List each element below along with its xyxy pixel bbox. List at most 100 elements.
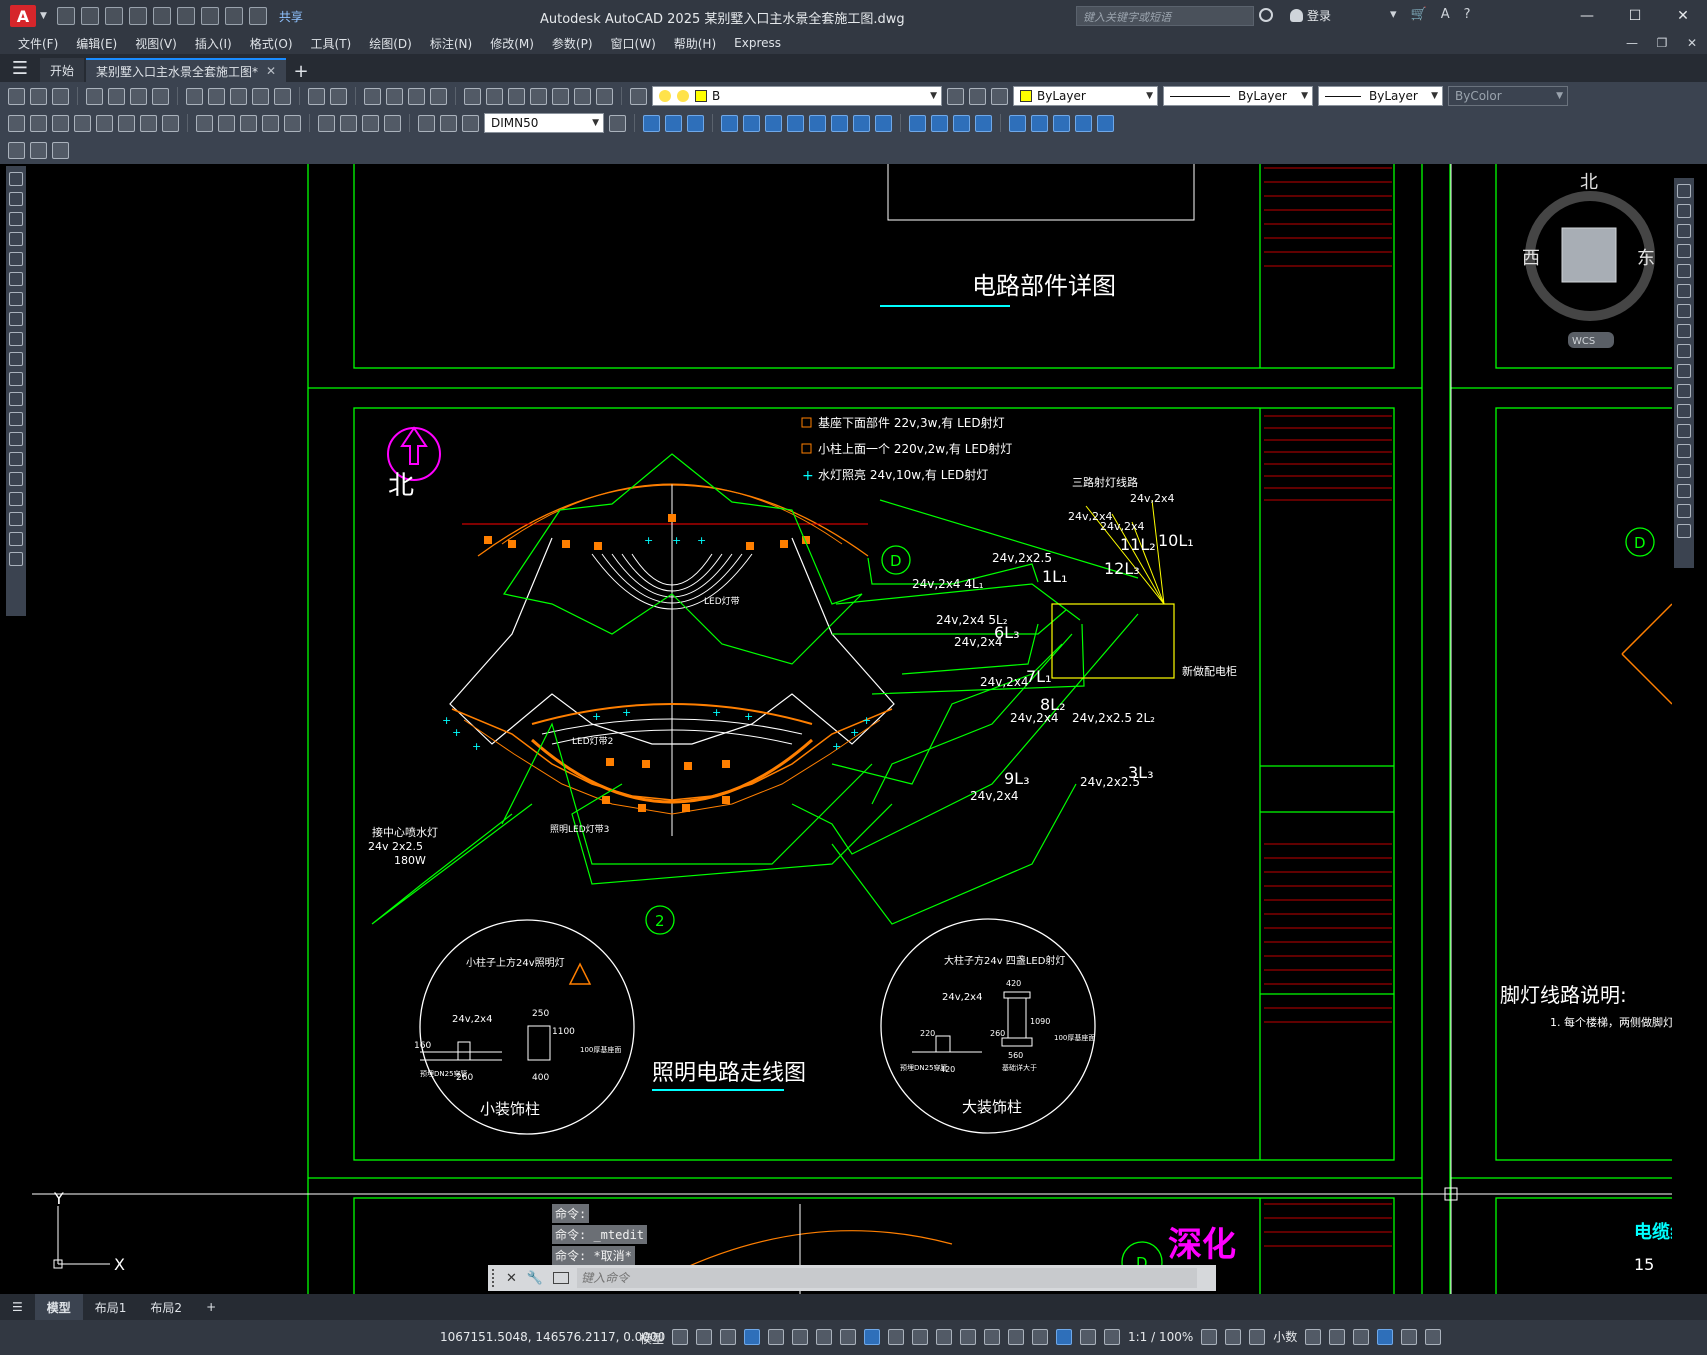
angular-icon[interactable] xyxy=(162,114,179,132)
selection-filter-icon[interactable] xyxy=(1008,1328,1024,1345)
slice-icon[interactable] xyxy=(909,114,926,132)
grid-icon[interactable] xyxy=(672,1328,688,1345)
paste-icon[interactable] xyxy=(230,87,247,105)
scale-icon[interactable] xyxy=(1677,324,1691,338)
dimstyle-manager-icon[interactable] xyxy=(609,114,626,132)
viewcube-face[interactable] xyxy=(1561,227,1617,283)
zoom-previous-icon[interactable] xyxy=(430,87,447,105)
intersect-icon[interactable] xyxy=(875,114,892,132)
pan-icon[interactable] xyxy=(364,87,381,105)
menu-edit[interactable]: 编辑(E) xyxy=(76,35,117,52)
explode-icon[interactable] xyxy=(1677,524,1691,538)
customization-icon[interactable] xyxy=(1425,1328,1442,1345)
express-edit-icon[interactable] xyxy=(8,141,25,159)
properties-icon[interactable] xyxy=(464,87,481,105)
sheet-set-icon[interactable] xyxy=(530,87,547,105)
command-grip-icon[interactable] xyxy=(492,1269,500,1287)
open-web-icon[interactable] xyxy=(152,7,171,25)
solid-cone-icon[interactable] xyxy=(687,114,704,132)
lineweight-icon[interactable] xyxy=(888,1328,904,1345)
erase-icon[interactable] xyxy=(1677,184,1691,198)
annotation-monitor-icon[interactable] xyxy=(1225,1328,1242,1345)
command-input[interactable] xyxy=(577,1268,1198,1288)
mtext-icon[interactable] xyxy=(9,532,23,546)
dim-edit-icon[interactable] xyxy=(418,114,435,132)
drawing-svg[interactable]: 电路部件详图 北 基座下面部件 22v,3w,有 LED射灯 小柱上面一个 22… xyxy=(32,164,1672,1294)
isodraft-icon[interactable] xyxy=(816,1328,832,1345)
linetype-dropdown[interactable]: ByLayer ▼ xyxy=(1163,86,1313,106)
graphics-performance-icon[interactable] xyxy=(1377,1328,1394,1345)
circle-icon[interactable] xyxy=(9,292,23,306)
annotation-visibility-icon[interactable] xyxy=(1056,1328,1072,1345)
move-3d-icon[interactable] xyxy=(1009,114,1026,132)
add-selected-icon[interactable] xyxy=(9,552,23,566)
sweep-icon[interactable] xyxy=(765,114,782,132)
close-button[interactable]: ✕ xyxy=(1659,0,1707,32)
drawing-canvas[interactable]: 电路部件详图 北 基座下面部件 22v,3w,有 LED射灯 小柱上面一个 22… xyxy=(32,164,1672,1294)
share-button[interactable]: 共享 xyxy=(279,8,303,25)
plotstyle-dropdown[interactable]: ByColor ▼ xyxy=(1448,86,1568,106)
center-mark-icon[interactable] xyxy=(340,114,357,132)
menu-draw[interactable]: 绘图(D) xyxy=(369,35,412,52)
tab-layout1[interactable]: 布局1 xyxy=(83,1294,139,1320)
zoom-realtime-icon[interactable] xyxy=(386,87,403,105)
break-icon[interactable] xyxy=(1677,424,1691,438)
menu-modify[interactable]: 修改(M) xyxy=(490,35,534,52)
cart-icon[interactable]: 🛒 xyxy=(1411,7,1427,22)
insert-block-icon[interactable] xyxy=(9,392,23,406)
plot-icon[interactable] xyxy=(200,7,219,25)
undo-tool-icon[interactable] xyxy=(308,87,325,105)
extrude-icon[interactable] xyxy=(721,114,738,132)
menu-express[interactable]: Express xyxy=(734,36,781,50)
tab-menu-icon[interactable]: ☰ xyxy=(0,54,40,82)
object-snap-tracking-icon[interactable] xyxy=(840,1328,856,1345)
make-current-icon[interactable] xyxy=(947,87,964,105)
doc-close-button[interactable]: ✕ xyxy=(1677,32,1707,54)
dim-text-edit-icon[interactable] xyxy=(440,114,457,132)
blend-icon[interactable] xyxy=(1677,504,1691,518)
copy-object-icon[interactable] xyxy=(1677,204,1691,218)
login-button[interactable]: 登录 xyxy=(1290,7,1331,24)
construction-line-icon[interactable] xyxy=(9,192,23,206)
tab-layout2[interactable]: 布局2 xyxy=(138,1294,194,1320)
redo-icon[interactable] xyxy=(248,7,267,25)
dynamic-ucs-icon[interactable] xyxy=(984,1328,1000,1345)
interfere-icon[interactable] xyxy=(953,114,970,132)
menu-dimension[interactable]: 标注(N) xyxy=(430,35,472,52)
point-icon[interactable] xyxy=(9,432,23,446)
command-close-icon[interactable]: ✕ xyxy=(506,1271,517,1286)
polyline-icon[interactable] xyxy=(9,212,23,226)
aligned-dim-icon[interactable] xyxy=(30,114,47,132)
search-icon[interactable] xyxy=(1259,8,1273,22)
cut-icon[interactable] xyxy=(186,87,203,105)
clean-screen-icon[interactable] xyxy=(1401,1328,1418,1345)
layout-menu-icon[interactable]: ☰ xyxy=(0,1294,35,1320)
pdf-icon[interactable] xyxy=(152,87,169,105)
snap-icon[interactable] xyxy=(696,1328,712,1345)
help-tool-icon[interactable] xyxy=(596,87,613,105)
open-file-icon[interactable] xyxy=(30,87,47,105)
gizmo-icon[interactable] xyxy=(1032,1328,1048,1345)
calculator-icon[interactable] xyxy=(574,87,591,105)
baseline-icon[interactable] xyxy=(218,114,235,132)
gradient-icon[interactable] xyxy=(9,472,23,486)
presspull-icon[interactable] xyxy=(809,114,826,132)
tab-model[interactable]: 模型 xyxy=(34,1294,83,1320)
line-icon[interactable] xyxy=(9,172,23,186)
annotation-scale-value[interactable]: 1:1 / 100% xyxy=(1128,1330,1193,1344)
menu-help[interactable]: 帮助(H) xyxy=(674,35,716,52)
save-as-icon[interactable] xyxy=(128,7,147,25)
autodesk-a-icon[interactable]: A xyxy=(1441,7,1450,22)
transparency-icon[interactable] xyxy=(912,1328,928,1345)
quick-dim-icon[interactable] xyxy=(196,114,213,132)
redo-tool-icon[interactable] xyxy=(330,87,347,105)
table-icon[interactable] xyxy=(9,512,23,526)
offset-icon[interactable] xyxy=(1677,244,1691,258)
search-input[interactable]: 键入关键字或短语 xyxy=(1076,6,1254,26)
mirror-icon[interactable] xyxy=(1677,224,1691,238)
express-save-icon[interactable] xyxy=(30,141,47,159)
union-icon[interactable] xyxy=(831,114,848,132)
menu-window[interactable]: 窗口(W) xyxy=(611,35,656,52)
join-icon[interactable] xyxy=(1677,444,1691,458)
dim-space-icon[interactable] xyxy=(262,114,279,132)
